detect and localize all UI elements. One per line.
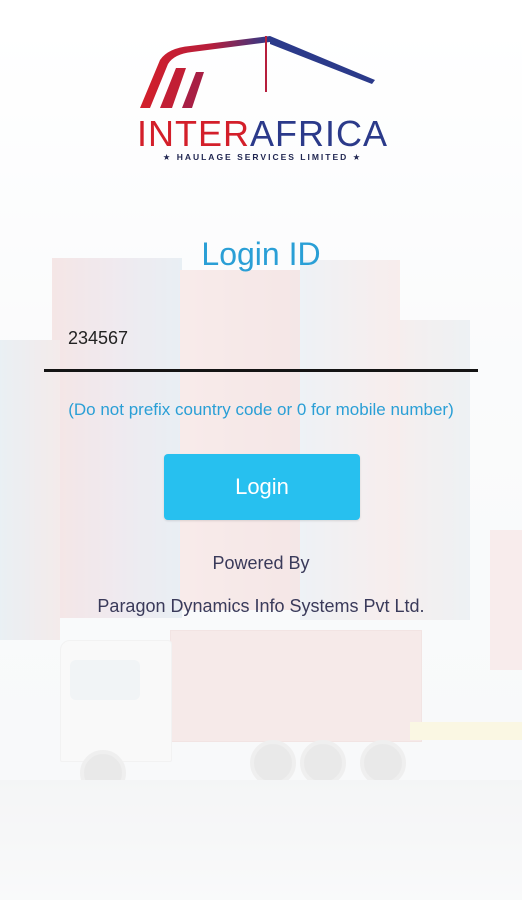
login-id-field[interactable] [44, 315, 478, 372]
brand-name: INTERAFRICA [120, 116, 405, 152]
powered-by-label: Powered By [212, 553, 310, 573]
brand-subtitle: ★ HAULAGE SERVICES LIMITED ★ [162, 152, 363, 162]
truck-cab-logo-icon [140, 36, 375, 108]
interafrica-logo: INTERAFRICA ★ HAULAGE SERVICES LIMITED ★ [120, 30, 405, 170]
brand-name-part1: INTER [136, 113, 250, 154]
mobile-number-hint: (Do not prefix country code or 0 for mob… [68, 400, 454, 419]
login-button[interactable]: Login [164, 454, 360, 520]
brand-name-part2: AFRICA [249, 113, 388, 154]
login-id-input[interactable] [66, 319, 470, 357]
login-id-title: Login ID [201, 236, 321, 272]
company-name: Paragon Dynamics Info Systems Pvt Ltd. [97, 596, 425, 616]
